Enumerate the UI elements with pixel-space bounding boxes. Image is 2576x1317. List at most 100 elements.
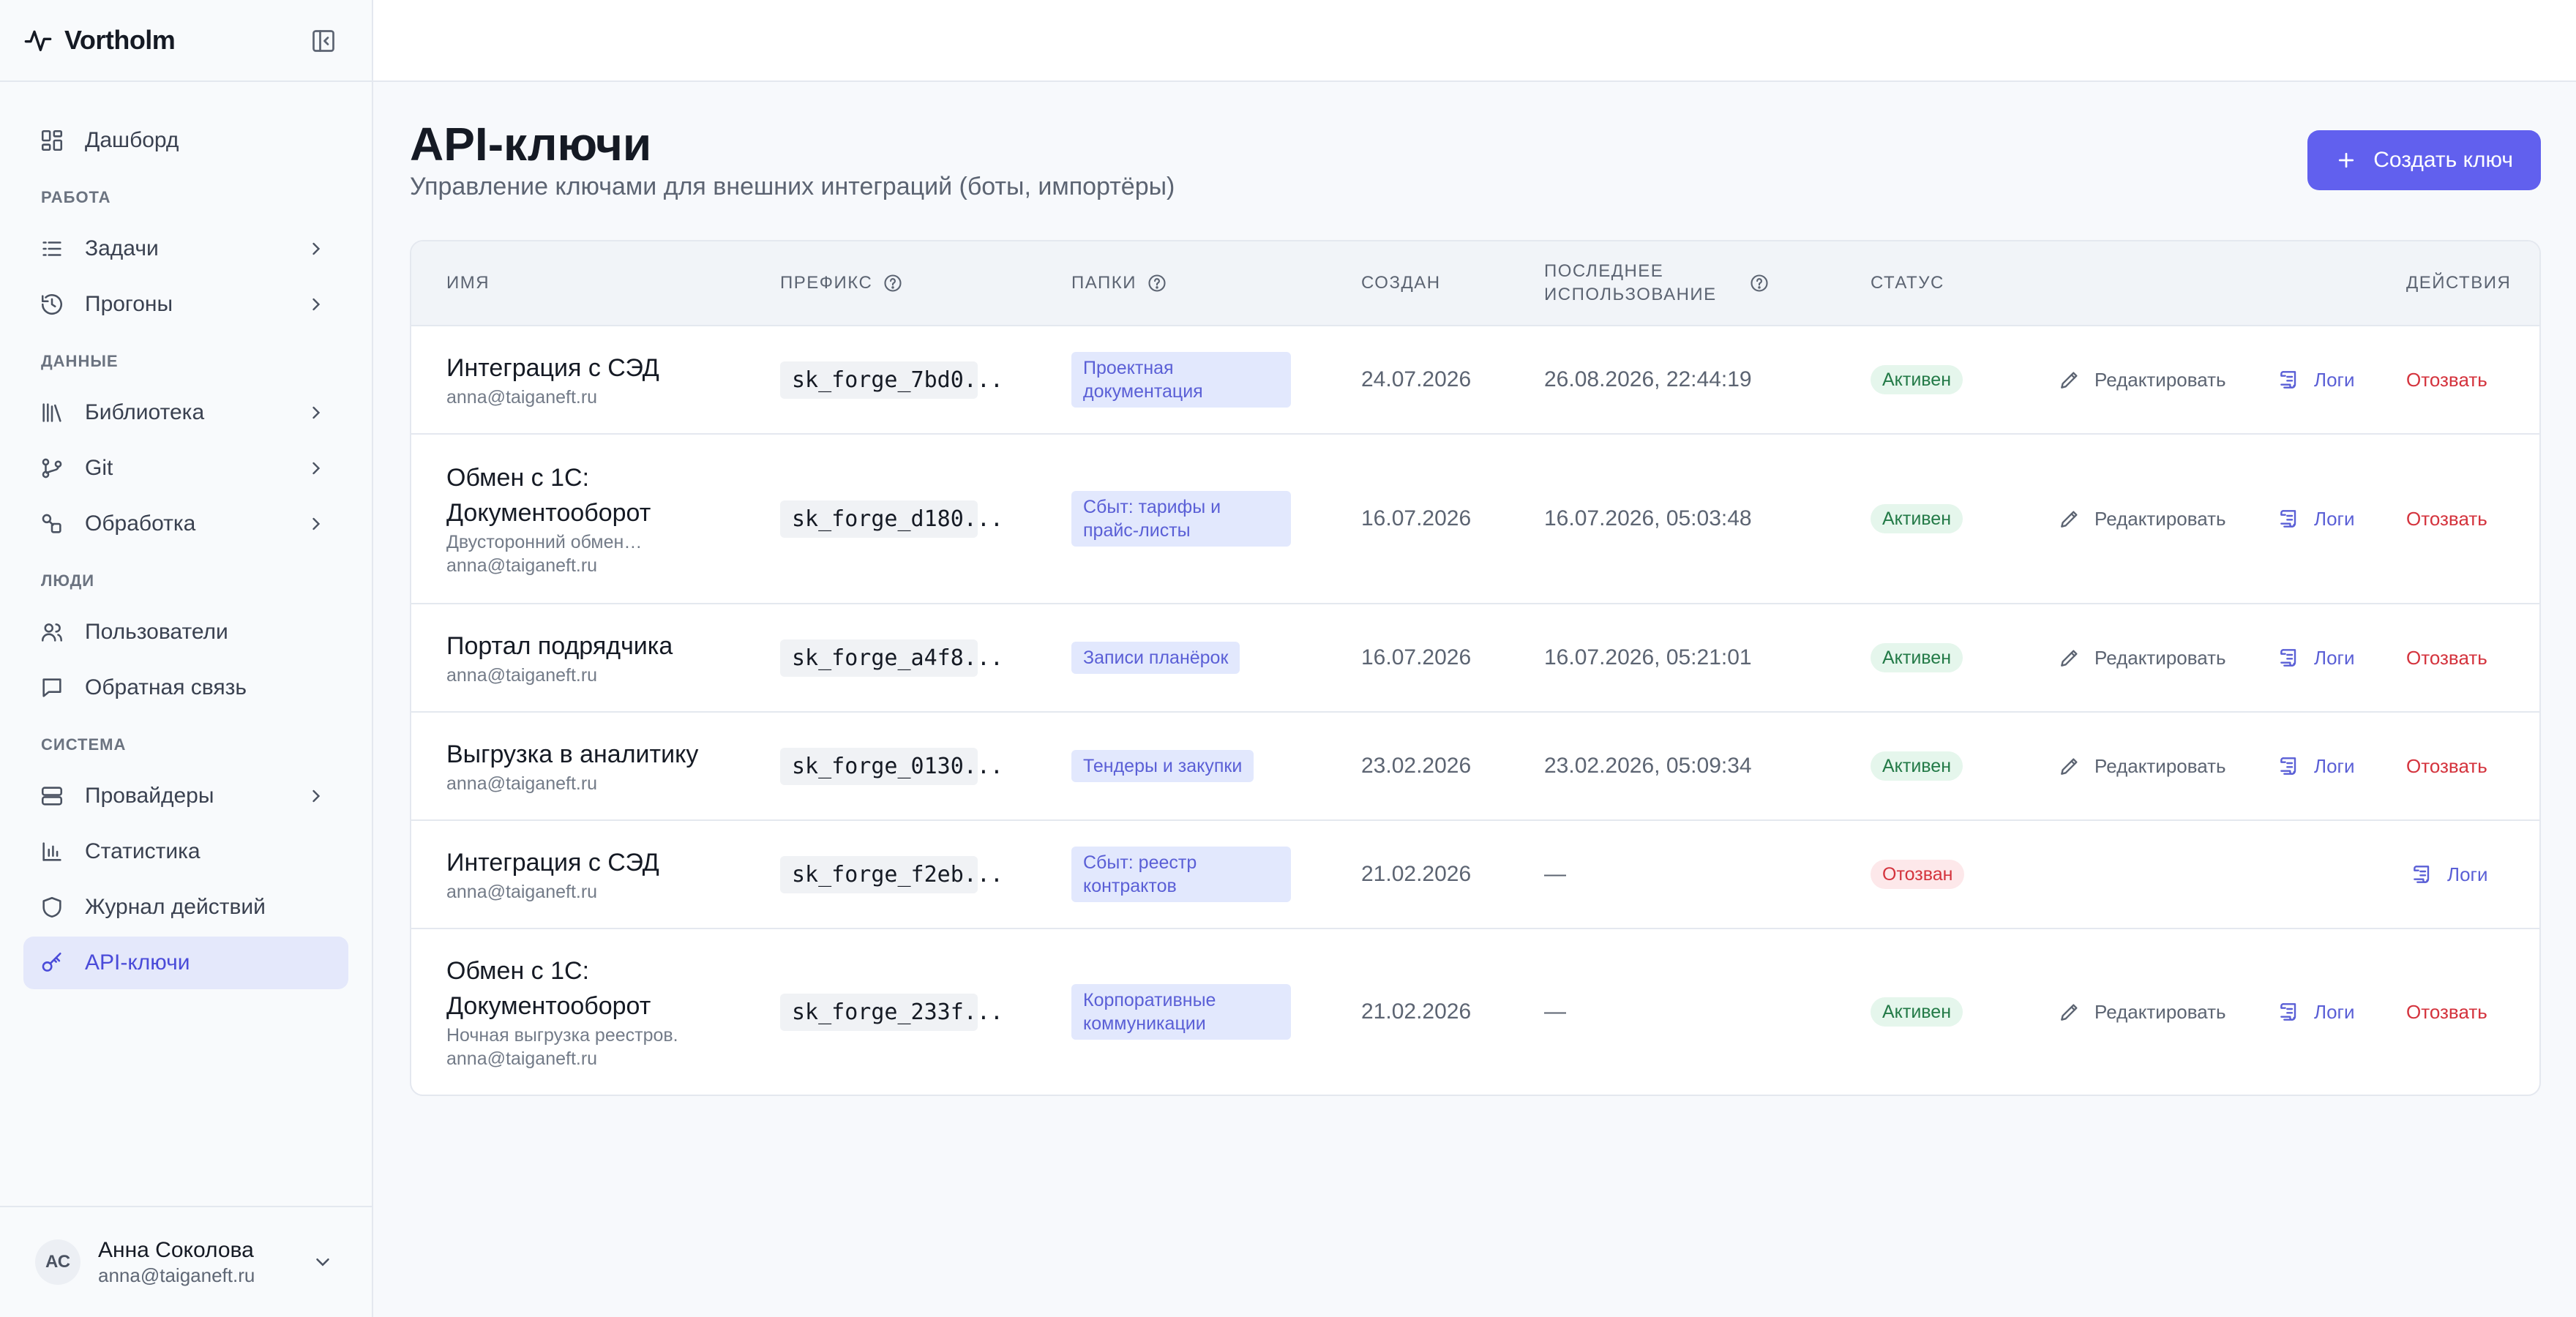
logs-label: Логи [2447, 863, 2488, 885]
sidebar-item-feedback[interactable]: Обратная связь [23, 661, 348, 714]
sidebar-item-label: Статистика [85, 839, 201, 863]
create-key-label: Создать ключ [2373, 148, 2513, 172]
user-menu[interactable]: АС Анна Соколова anna@taiganeft.ru [0, 1206, 372, 1317]
folder-tag: Сбыт: реестр контрактов [1071, 847, 1291, 902]
folder-tag: Корпоративные коммуникации [1071, 984, 1291, 1040]
table-row: Обмен с 1С: Документооборот Двусторонний … [411, 435, 2539, 604]
key-name: Обмен с 1С: Документооборот [446, 957, 651, 1020]
folder-tag: Тендеры и закупки [1071, 750, 1254, 782]
status-badge: Активен [1871, 751, 1963, 781]
last-used-date: 16.07.2026, 05:03:48 [1544, 506, 1752, 530]
header-last-used-line1: ПОСЛЕДНЕЕ [1544, 261, 1664, 281]
key-name-cell: Интеграция с СЭД anna@taiganeft.ru [446, 326, 754, 433]
page-subtitle: Управление ключами для внешних интеграци… [410, 173, 1175, 200]
git-icon [42, 458, 62, 479]
help-circle-icon[interactable] [883, 273, 903, 293]
sidebar-section-title: РАБОТА [41, 188, 111, 206]
sidebar-item-label: Пользователи [85, 620, 228, 644]
table-body: Интеграция с СЭД anna@taiganeft.ru sk_forg… [411, 326, 2539, 1095]
status-badge: Активен [1871, 365, 1963, 394]
logs-button[interactable]: Логи [2277, 713, 2355, 819]
edit-button[interactable]: Редактировать [2058, 713, 2226, 819]
sidebar-item-history[interactable]: Прогоны [23, 278, 348, 331]
sidebar-collapse-icon[interactable] [310, 28, 337, 54]
sidebar-item-stats[interactable]: Статистика [23, 825, 348, 878]
revoke-button[interactable]: Отозвать [2406, 713, 2487, 819]
chevron-right-icon [312, 462, 321, 475]
header-last-used-line2: ИСПОЛЬЗОВАНИЕ [1544, 285, 1717, 304]
avatar: АС [35, 1239, 80, 1285]
created-date: 24.07.2026 [1361, 367, 1472, 391]
sidebar-section-title: СИСТЕМА [41, 735, 127, 754]
revoke-label: Отозвать [2406, 754, 2487, 777]
revoke-label: Отозвать [2406, 646, 2487, 669]
sidebar-item-dashboard[interactable]: Дашборд [23, 114, 348, 167]
app-root: Vortholm Дашборд РАБОТА Задачи Прогоны ДАНН… [0, 0, 2576, 1317]
key-name: Выгрузка в аналитику [446, 740, 699, 768]
logs-button[interactable]: Логи [2277, 604, 2355, 711]
last-used-date: 16.07.2026, 05:21:01 [1544, 645, 1752, 669]
key-description: Ночная выгрузка реестров. [446, 1025, 678, 1046]
sidebar-nav: Дашборд РАБОТА Задачи Прогоны ДАННЫЕ Библиот… [0, 82, 372, 989]
sidebar-item-shield[interactable]: Журнал действий [23, 881, 348, 934]
revoke-button[interactable]: Отозвать [2406, 604, 2487, 711]
chevron-down-icon [316, 1258, 329, 1267]
sidebar-item-users[interactable]: Пользователи [23, 606, 348, 658]
folder-tag: Проектная документация [1071, 352, 1291, 408]
sidebar-item-tasks[interactable]: Задачи [23, 222, 348, 275]
pencil-icon [2061, 650, 2078, 667]
status-badge: Активен [1871, 643, 1963, 672]
edit-button[interactable]: Редактировать [2058, 326, 2226, 433]
chevron-right-icon [312, 406, 321, 419]
scroll-log-icon [2280, 510, 2296, 528]
sidebar-item-label: Обработка [85, 511, 196, 536]
sidebar-item-label: Дашборд [85, 128, 179, 152]
pencil-icon [2061, 511, 2078, 528]
top-bar [373, 0, 2576, 82]
edit-button[interactable]: Редактировать [2058, 929, 2226, 1095]
key-icon [42, 952, 61, 972]
processing-icon [42, 514, 61, 533]
header-status: СТАТУС [1871, 241, 1944, 325]
chevron-right-icon [312, 242, 321, 255]
revoke-button[interactable]: Отозвать [2406, 929, 2487, 1095]
tasks-icon [42, 241, 61, 256]
scroll-log-icon [2414, 866, 2430, 883]
edit-button[interactable]: Редактировать [2058, 604, 2226, 711]
table-row: Обмен с 1С: Документооборот Ночная выгруз… [411, 929, 2539, 1095]
users-icon [41, 623, 63, 642]
sidebar-item-key[interactable]: API-ключи [23, 937, 348, 989]
brand-bar: Vortholm [0, 0, 372, 82]
sidebar-item-git[interactable]: Git [23, 442, 348, 495]
chevron-right-icon [312, 789, 321, 803]
header-created-label: СОЗДАН [1361, 273, 1441, 293]
table-row: Интеграция с СЭД anna@taiganeft.ru sk_forg… [411, 326, 2539, 435]
sidebar-item-library[interactable]: Библиотека [23, 386, 348, 439]
key-name-cell: Обмен с 1С: Документооборот Двусторонний … [446, 435, 754, 603]
sidebar-item-processing[interactable]: Обработка [23, 498, 348, 550]
logs-button[interactable]: Логи [2411, 821, 2488, 928]
header-status-label: СТАТУС [1871, 273, 1944, 293]
created-date: 16.07.2026 [1361, 645, 1472, 669]
logs-button[interactable]: Логи [2277, 435, 2355, 603]
revoke-button[interactable]: Отозвать [2406, 326, 2487, 433]
logs-button[interactable]: Логи [2277, 326, 2355, 433]
create-key-button[interactable]: Создать ключ [2307, 130, 2541, 190]
revoke-button[interactable]: Отозвать [2406, 435, 2487, 603]
chevron-right-icon [312, 517, 321, 530]
edit-label: Редактировать [2094, 507, 2226, 530]
header-prefix: ПРЕФИКС [780, 241, 903, 325]
status-badge: Активен [1871, 997, 1963, 1027]
last-used-date: — [1544, 862, 1566, 886]
plus-icon [2339, 152, 2354, 168]
help-circle-icon[interactable] [1749, 273, 1770, 293]
dashboard-icon [41, 130, 63, 151]
edit-label: Редактировать [2094, 368, 2226, 391]
logs-label: Логи [2314, 754, 2355, 777]
folder-tag: Сбыт: тарифы и прайс-листы [1071, 491, 1291, 547]
logs-label: Логи [2314, 646, 2355, 669]
edit-button[interactable]: Редактировать [2058, 435, 2226, 603]
help-circle-icon[interactable] [1147, 273, 1167, 293]
logs-button[interactable]: Логи [2277, 929, 2355, 1095]
sidebar-item-providers[interactable]: Провайдеры [23, 770, 348, 822]
